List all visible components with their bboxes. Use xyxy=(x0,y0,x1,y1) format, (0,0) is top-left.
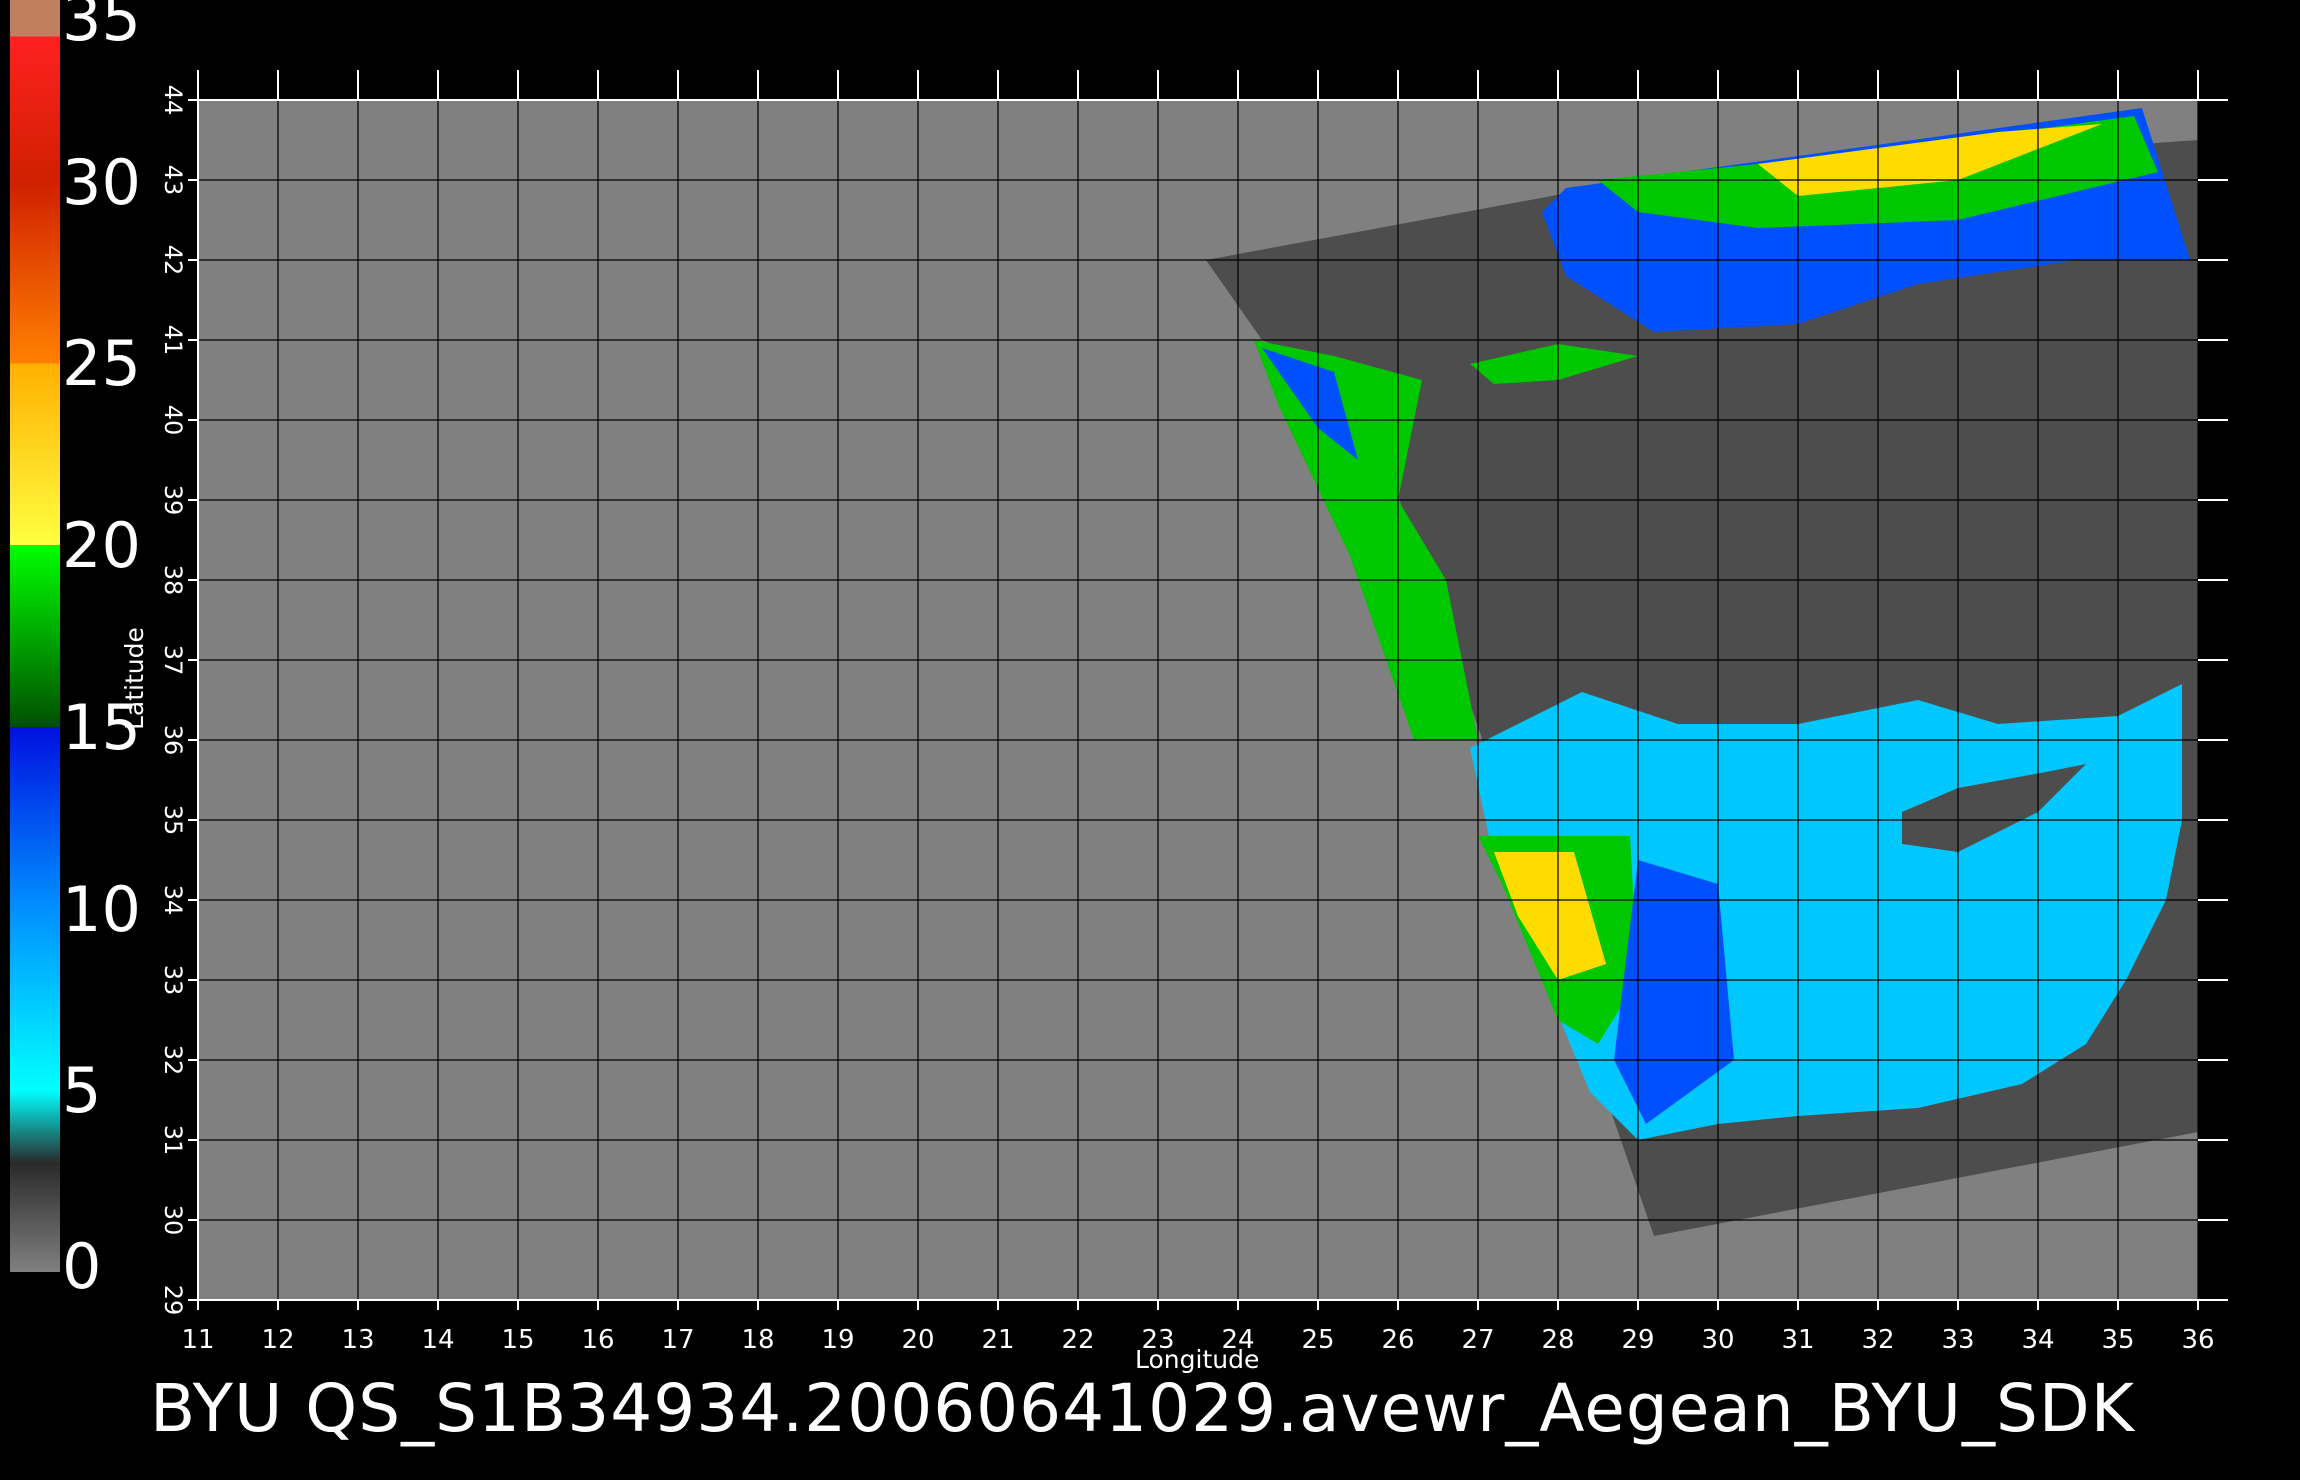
y-tick-label: 40 xyxy=(159,405,187,436)
x-tick-label: 18 xyxy=(741,1325,774,1355)
x-tick-label: 14 xyxy=(421,1325,454,1355)
x-tick-label: 15 xyxy=(501,1325,534,1355)
x-tick-label: 31 xyxy=(1781,1325,1814,1355)
x-tick-label: 34 xyxy=(2021,1325,2054,1355)
x-tick-label: 21 xyxy=(981,1325,1014,1355)
x-tick-label: 30 xyxy=(1701,1325,1734,1355)
x-tick-label: 28 xyxy=(1541,1325,1574,1355)
x-tick-label: 11 xyxy=(181,1325,214,1355)
x-tick-label: 22 xyxy=(1061,1325,1094,1355)
x-tick-label: 35 xyxy=(2101,1325,2134,1355)
x-tick-label: 26 xyxy=(1381,1325,1414,1355)
y-tick-label: 29 xyxy=(159,1285,187,1316)
y-tick-label: 44 xyxy=(159,85,187,116)
x-tick-label: 25 xyxy=(1301,1325,1334,1355)
y-tick-label: 38 xyxy=(159,565,187,596)
y-tick-label: 33 xyxy=(159,965,187,996)
y-tick-label: 37 xyxy=(159,645,187,676)
x-tick-label: 29 xyxy=(1621,1325,1654,1355)
y-axis-label: Latitude xyxy=(120,627,149,730)
y-tick-label: 36 xyxy=(159,725,187,756)
x-tick-label: 17 xyxy=(661,1325,694,1355)
x-tick-label: 33 xyxy=(1941,1325,1974,1355)
y-tick-label: 35 xyxy=(159,805,187,836)
x-tick-label: 12 xyxy=(261,1325,294,1355)
x-tick-label: 27 xyxy=(1461,1325,1494,1355)
y-tick-label: 41 xyxy=(159,325,187,356)
y-tick-label: 31 xyxy=(159,1125,187,1156)
x-tick-label: 13 xyxy=(341,1325,374,1355)
x-tick-label: 36 xyxy=(2181,1325,2214,1355)
y-tick-label: 42 xyxy=(159,245,187,276)
x-tick-label: 32 xyxy=(1861,1325,1894,1355)
y-tick-label: 34 xyxy=(159,885,187,916)
image-title: BYU QS_S1B34934.20060641029.avewr_Aegean… xyxy=(150,1370,2135,1447)
x-tick-label: 19 xyxy=(821,1325,854,1355)
x-tick-label: 20 xyxy=(901,1325,934,1355)
y-tick-label: 30 xyxy=(159,1205,187,1236)
wind-speed-map: 11 12 13 14 15 16 17 18 19 20 21 22 23 24 25 26 27 28 29 30… xyxy=(159,70,2228,1355)
y-tick-label: 32 xyxy=(159,1045,187,1076)
y-tick-label: 39 xyxy=(159,485,187,516)
x-tick-label: 16 xyxy=(581,1325,614,1355)
y-tick-label: 43 xyxy=(159,165,187,196)
